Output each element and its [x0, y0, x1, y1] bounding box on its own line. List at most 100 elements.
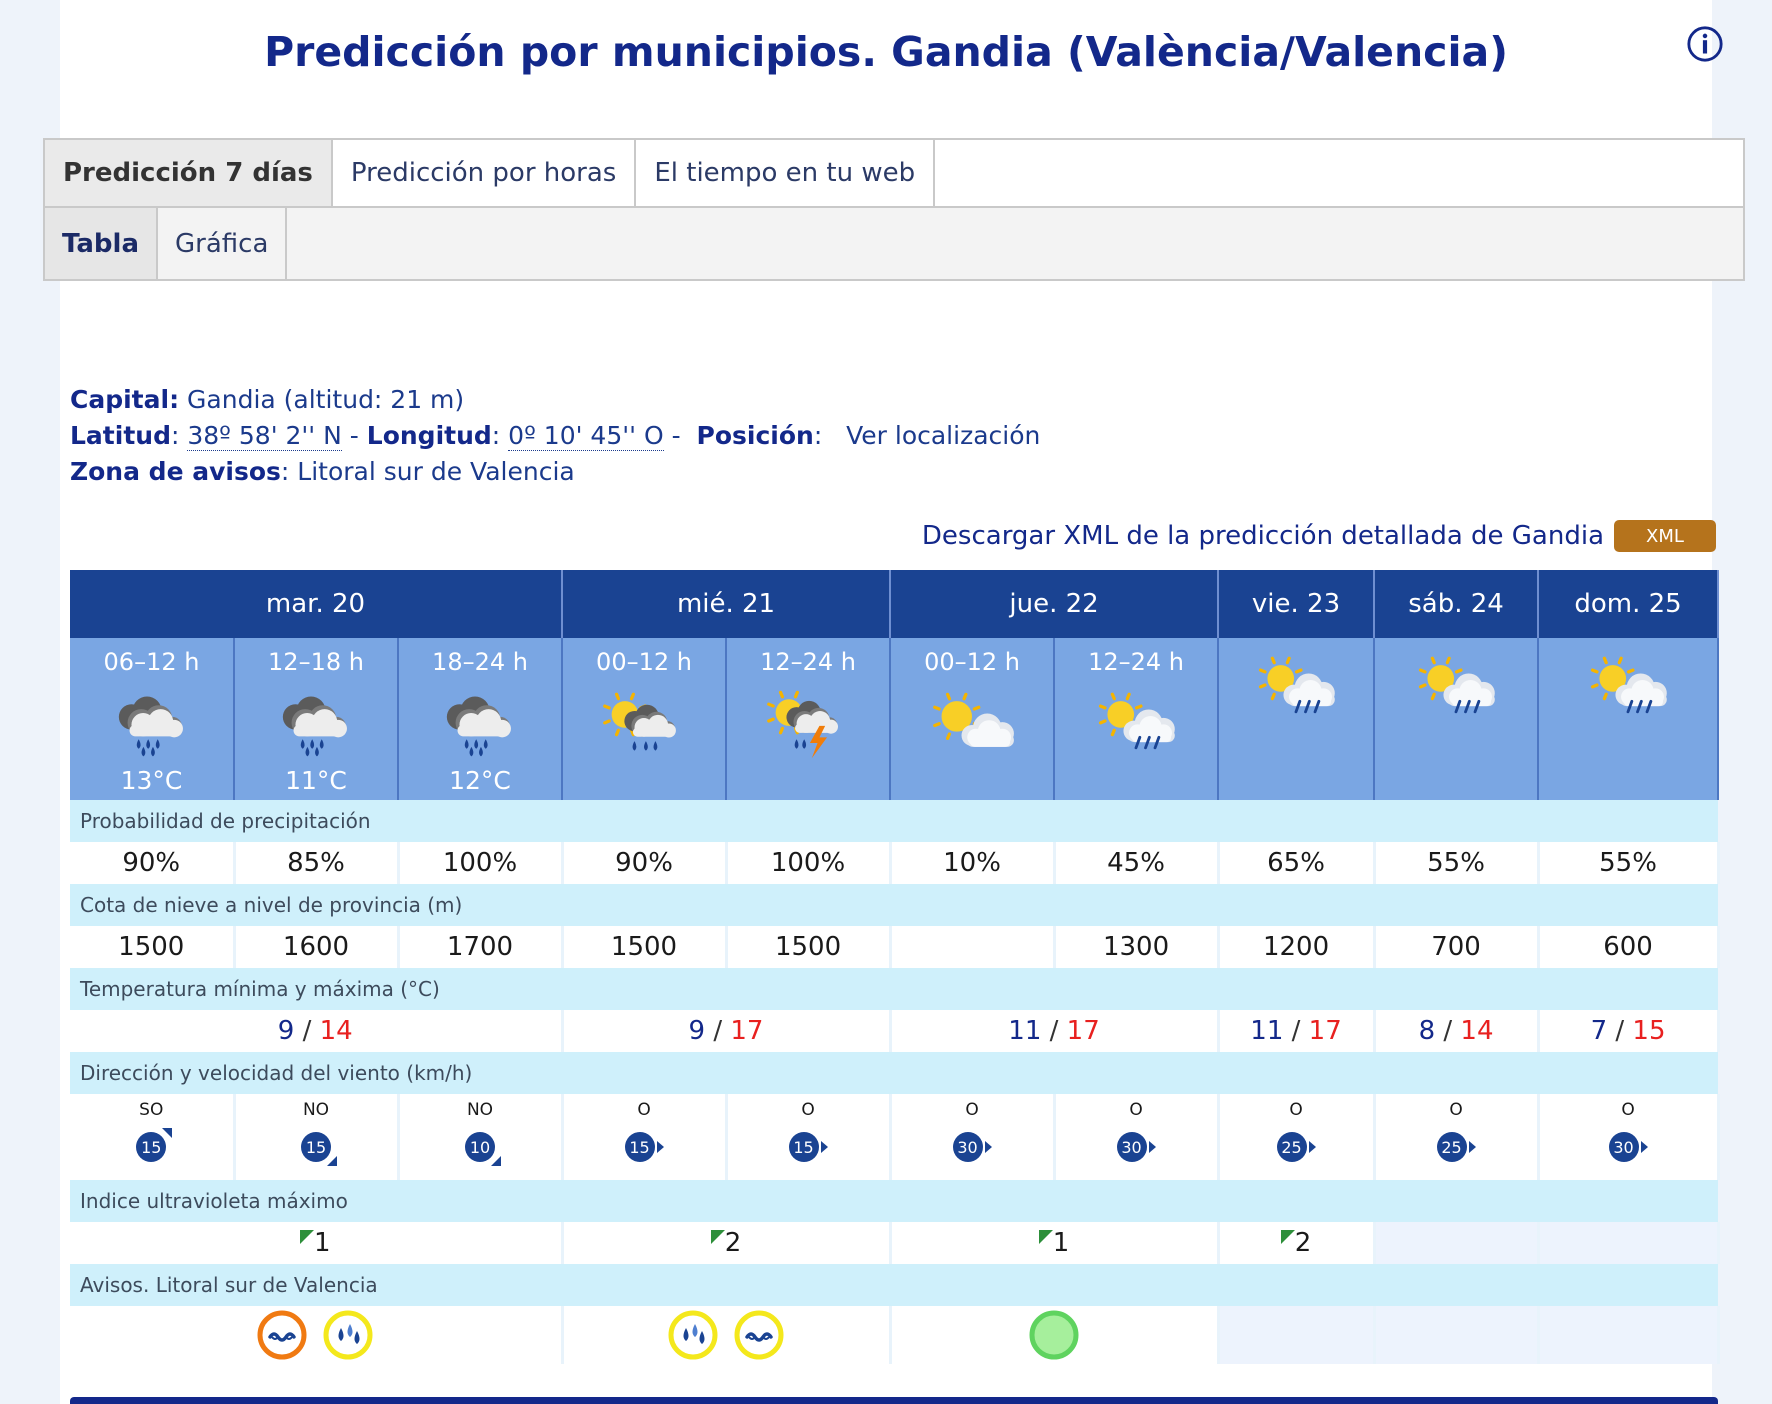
wind-arrow-icon: [656, 1141, 664, 1153]
uv-cell-empty: [1538, 1222, 1720, 1264]
wind-cell: O 30: [890, 1094, 1056, 1180]
uv-badge: 1: [1038, 1228, 1069, 1258]
wind-direction: NO: [466, 1100, 494, 1120]
wind-badge: 25: [1276, 1132, 1316, 1162]
tab-el-tiempo-en-tu-web[interactable]: El tiempo en tu web: [636, 140, 936, 206]
uv-cell: 2: [562, 1222, 892, 1264]
temp-min: 8: [1418, 1016, 1436, 1046]
wind-direction: O: [1449, 1100, 1463, 1120]
wind-badge: 30: [1608, 1132, 1648, 1162]
wind-cell: NO 10: [398, 1094, 564, 1180]
snow-value: 1500: [726, 926, 892, 968]
latitude-label: Latitud: [70, 421, 171, 450]
xml-download: Descargar XML de la predicción detallada…: [922, 520, 1716, 552]
position-link[interactable]: Ver localización: [846, 421, 1040, 450]
sun-cloud-light-rain-icon: [1258, 656, 1335, 714]
sun-cloud-light-rain-icon: [1590, 656, 1667, 714]
period-cell: [1374, 638, 1540, 800]
temp-max: 14: [319, 1016, 353, 1046]
forecast-table: mar. 20 mié. 21 jue. 22 vie. 23 sáb. 24 dom. …: [70, 570, 1720, 1364]
tab-grafica[interactable]: Gráfica: [158, 208, 288, 279]
day-header: mié. 21: [562, 570, 892, 638]
wind-speed: 15: [788, 1132, 819, 1162]
day-header: vie. 23: [1218, 570, 1376, 638]
uv-cell: 2: [1218, 1222, 1376, 1264]
precip-value: 45%: [1054, 842, 1220, 884]
wind-cell: NO 15: [234, 1094, 400, 1180]
period-label: 00–12 h: [924, 648, 1020, 676]
snow-header-label: Cota de nieve a nivel de provincia (m): [70, 884, 1719, 926]
uv-value: 2: [724, 1228, 742, 1258]
wind-cell: O 30: [1054, 1094, 1220, 1180]
alerts-cell: [70, 1306, 564, 1364]
longitude-value[interactable]: 0º 10' 45'' O: [508, 421, 664, 451]
uv-value: 2: [1294, 1228, 1312, 1258]
temp-max: 15: [1632, 1016, 1666, 1046]
snow-value: 1600: [234, 926, 400, 968]
period-temp: 13°C: [120, 766, 183, 795]
uv-flag-icon: [710, 1230, 725, 1244]
snow-value: 600: [1538, 926, 1720, 968]
day-header: sáb. 24: [1374, 570, 1540, 638]
uv-header-label: Indice ultravioleta máximo: [70, 1180, 1719, 1222]
wind-speed: 25: [1276, 1132, 1307, 1162]
alerts-header: Avisos. Litoral sur de Valencia: [70, 1264, 1719, 1306]
uv-flag-icon: [1038, 1230, 1053, 1244]
period-label: 18–24 h: [432, 648, 528, 676]
wind-direction: O: [1289, 1100, 1303, 1120]
alerts-header-label: Avisos. Litoral sur de Valencia: [70, 1264, 1719, 1306]
wind-badge: 30: [952, 1132, 992, 1162]
temp-min: 7: [1590, 1016, 1608, 1046]
latitude-value[interactable]: 38º 58' 2'' N: [187, 421, 342, 451]
wind-direction: O: [1129, 1100, 1143, 1120]
periods-row: 06–12 h 13°C 12–18 h 11°C 18–24 h 12°C 0…: [70, 638, 1720, 800]
precip-value: 100%: [398, 842, 564, 884]
wind-direction: NO: [302, 1100, 330, 1120]
temp-cell: 11 / 17: [1218, 1010, 1376, 1052]
uv-badge: 1: [299, 1228, 331, 1258]
precip-value: 90%: [562, 842, 728, 884]
wind-cell: O 15: [726, 1094, 892, 1180]
precip-row: 90% 85% 100% 90% 100% 10% 45% 65% 55% 55%: [70, 842, 1720, 884]
temp-max: 17: [1066, 1016, 1100, 1046]
tab-prediccion-7-dias[interactable]: Predicción 7 días: [45, 140, 333, 206]
snow-value: 1500: [562, 926, 728, 968]
uv-header: Indice ultravioleta máximo: [70, 1180, 1719, 1222]
coastal-wave-alert-icon[interactable]: [734, 1310, 784, 1360]
alerts-cell-empty: [1218, 1306, 1376, 1364]
period-temp: 12°C: [449, 766, 511, 795]
snow-value: [890, 926, 1056, 968]
snow-row: 1500 1600 1700 1500 1500 1300 1200 700 600: [70, 926, 1720, 968]
temp-min: 11: [1250, 1016, 1284, 1046]
wind-badge: 15: [301, 1132, 337, 1166]
zona-label: Zona de avisos: [70, 457, 281, 486]
wind-header-label: Dirección y velocidad del viento (km/h): [70, 1052, 1719, 1094]
xml-download-link[interactable]: Descargar XML de la predicción detallada…: [922, 521, 1604, 551]
xml-badge-button[interactable]: XML: [1614, 520, 1716, 552]
tab-tabla[interactable]: Tabla: [45, 208, 158, 279]
capital-label: Capital:: [70, 385, 180, 414]
temp-max: 17: [1308, 1016, 1342, 1046]
zona-line: Zona de avisos: Litoral sur de Valencia: [70, 457, 575, 486]
alerts-cell-empty: [1538, 1306, 1720, 1364]
temp-cell: 9 / 14: [70, 1010, 564, 1052]
rain-drops-alert-icon[interactable]: [323, 1310, 373, 1360]
no-alert-green-icon[interactable]: [1029, 1310, 1079, 1360]
wind-arrow-icon: [327, 1156, 337, 1166]
tab-prediccion-por-horas[interactable]: Predicción por horas: [333, 140, 637, 206]
period-cell: 12–18 h 11°C: [234, 638, 399, 800]
info-icon[interactable]: [1686, 25, 1724, 63]
wind-cell: O 30: [1538, 1094, 1720, 1180]
coastal-wave-alert-icon[interactable]: [257, 1310, 307, 1360]
wind-arrow-icon: [491, 1156, 501, 1166]
sun-cloud-light-rain-icon: [1418, 656, 1495, 714]
snow-value: 1500: [70, 926, 236, 968]
wind-cell: SO 15: [70, 1094, 236, 1180]
temp-cell: 11 / 17: [890, 1010, 1220, 1052]
days-row: mar. 20 mié. 21 jue. 22 vie. 23 sáb. 24 dom. …: [70, 570, 1720, 638]
wind-direction: O: [637, 1100, 651, 1120]
wind-cell: O 25: [1218, 1094, 1376, 1180]
period-cell: 18–24 h 12°C: [398, 638, 564, 800]
rain-drops-alert-icon[interactable]: [668, 1310, 718, 1360]
uv-badge: 2: [710, 1228, 742, 1258]
